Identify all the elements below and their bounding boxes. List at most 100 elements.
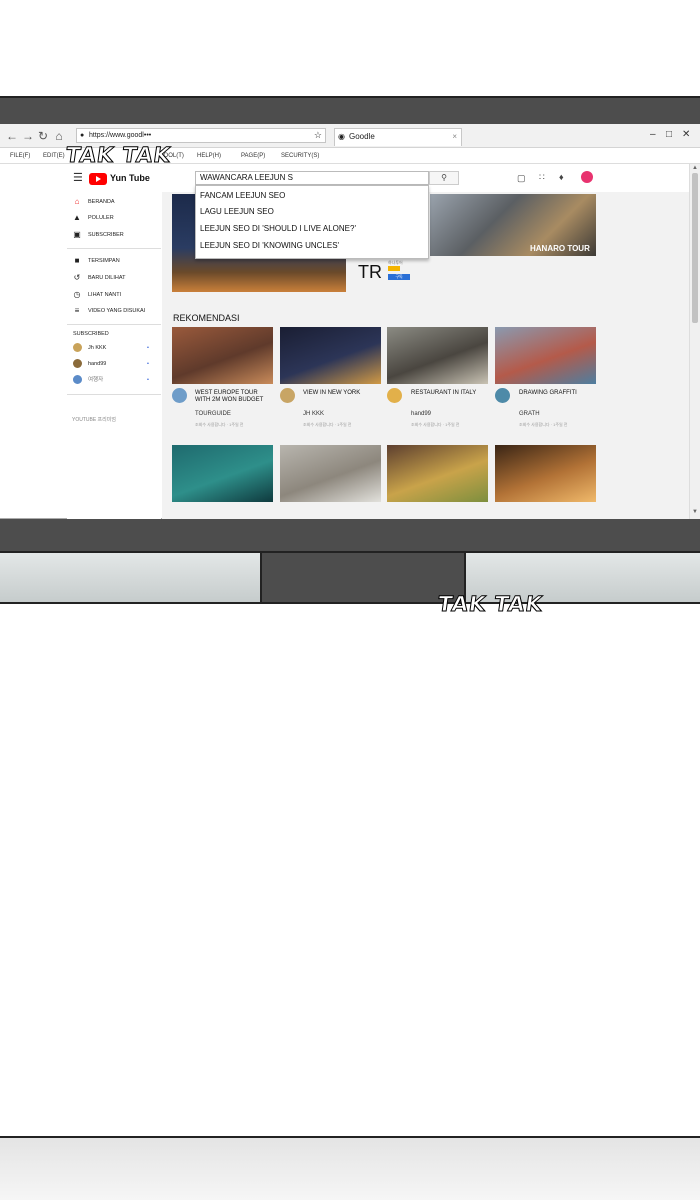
video-thumbnail[interactable] [172,327,273,384]
scroll-down-icon[interactable]: ▼ [692,509,698,515]
next-panel-edge [0,1136,700,1200]
search-button[interactable]: ⚲ [429,171,459,185]
avatar [73,375,82,384]
video-meta: 조회수 사용합니다 · 1주일 전 [303,422,352,427]
fire-icon: ▲ [73,213,81,222]
video-camera-icon[interactable]: ▢ [517,173,526,184]
channel-avatar[interactable] [280,388,295,403]
divider [67,394,161,395]
play-logo-icon[interactable] [89,173,107,185]
rating-badge [388,266,400,271]
subscribe-badge[interactable]: 구독 [388,274,410,280]
video-channel[interactable]: hand99 [411,411,431,417]
subscribed-channel[interactable]: 여행자 • [67,374,161,386]
channel-avatar[interactable] [172,388,187,403]
maximize-icon[interactable]: □ [666,129,672,140]
hamburger-menu-icon[interactable]: ☰ [73,172,83,184]
divider [67,248,161,249]
menu-page[interactable]: PAGE(P) [241,153,265,159]
close-icon[interactable]: ✕ [682,129,690,140]
video-thumbnail[interactable] [495,327,596,384]
reload-icon[interactable]: ↻ [35,128,51,144]
suggestion-item[interactable]: FANCAM LEEJUN SEO [200,191,285,200]
dark-frame-top [0,96,700,124]
sidebar-item-lihat-nanti[interactable]: ◷ LIHAT NANTI [67,289,161,301]
url-text: https://www.goodl••• [89,132,152,139]
channel-avatar[interactable] [495,388,510,403]
video-channel[interactable]: TOURGUIDE [195,411,231,417]
sidebar-item-beranda[interactable]: ⌂ BERANDA [67,196,161,208]
subscriptions-icon: ▣ [73,230,81,239]
avatar[interactable] [581,171,593,183]
browser-tab[interactable]: ◉ Goodle × [334,128,462,146]
video-meta: 조회수 사용합니다 · 1주일 전 [195,422,244,427]
video-channel[interactable]: JH KKK [303,411,324,417]
lock-icon: ● [80,132,85,139]
liked-icon: ≡ [74,306,80,315]
video-channel[interactable]: GRATH [519,411,540,417]
menu-edit[interactable]: EDIT(E) [43,153,65,159]
sidebar-item-video-disukai[interactable]: ≡ VIDEO YANG DISUKAI [67,305,161,317]
scrollbar[interactable]: ▲ ▼ [689,164,700,519]
video-thumbnail[interactable] [387,445,488,502]
suggestion-item[interactable]: LEEJUN SEO DI 'SHOULD I LIVE ALONE?' [200,224,356,233]
clock-icon: ◷ [73,290,81,299]
video-title[interactable]: VIEW IN NEW YORK [303,390,379,397]
subscribed-channel[interactable]: Jh KKK • [67,342,161,354]
minimize-icon[interactable]: – [650,129,656,140]
channel-avatar[interactable] [387,388,402,403]
banner-tr-text: TR [358,262,382,282]
subscribed-heading: SUBSCRIBED [73,331,109,337]
star-icon[interactable]: ☆ [314,129,322,142]
site-logo-text[interactable]: Yun Tube [110,173,150,183]
menu-file[interactable]: FILE(F) [10,153,30,159]
youtube-premium-link[interactable]: YOUTUBE 프리미엄 [72,416,116,423]
scrollbar-thumb[interactable] [692,173,698,323]
video-title[interactable]: RESTAURANT IN ITALY [411,390,487,397]
address-bar[interactable]: ● https://www.goodl••• ☆ [76,128,326,143]
new-dot-icon: • [147,361,149,367]
sidebar-item-subscriber[interactable]: ▣ SUBSCRIBER [67,229,161,241]
bell-icon[interactable]: ♦ [559,172,564,182]
webtoon-panel: ← → ↻ ⌂ ● https://www.goodl••• ☆ ◉ Goodl… [0,0,700,1200]
avatar [73,359,82,368]
apps-grid-icon[interactable]: ∷ [539,172,545,183]
video-thumbnail[interactable] [387,327,488,384]
video-thumbnail[interactable] [280,327,381,384]
scroll-up-icon[interactable]: ▲ [692,165,698,171]
search-input[interactable]: WAWANCARA LEEJUN S [195,171,429,185]
home-icon: ⌂ [74,197,80,206]
sound-effect-text: TAK TAK [436,592,545,617]
video-title[interactable]: WEST EUROPE TOUR WITH 2M WON BUDGET [195,390,271,404]
search-icon: ⚲ [441,173,447,182]
video-title[interactable]: DRAWING GRAFFITI [519,390,595,397]
sidebar-item-populer[interactable]: ▲ POLULER [67,212,161,224]
menu-help[interactable]: HELP(H) [197,153,221,159]
video-thumbnail[interactable] [495,445,596,502]
banner-label: HANARO TOUR [530,244,590,253]
video-meta: 조회수 사용합니다 · 1주일 전 [411,422,460,427]
video-thumbnail[interactable] [280,445,381,502]
home-icon[interactable]: ⌂ [51,128,67,144]
avatar [73,343,82,352]
video-thumbnail[interactable] [172,445,273,502]
browser-window: ← → ↻ ⌂ ● https://www.goodl••• ☆ ◉ Goodl… [0,124,700,519]
subscribed-channel[interactable]: hand99 • [67,358,161,370]
sidebar-item-tersimpan[interactable]: ■ TERSIMPAN [67,255,161,267]
new-dot-icon: • [147,377,149,383]
sidebar-item-baru-dilihat[interactable]: ↺ BARU DILIHAT [67,272,161,284]
sound-effect-text: TAK TAK [64,143,173,168]
tab-close-icon[interactable]: × [452,129,457,145]
dark-frame-bottom [0,519,700,553]
forward-arrow-icon[interactable]: → [20,128,36,144]
search-suggestions: FANCAM LEEJUN SEO LAGU LEEJUN SEO LEEJUN… [195,185,429,259]
folder-icon: ■ [74,256,80,265]
sidebar: ⌂ BERANDA ▲ POLULER ▣ SUBSCRIBER ■ TERSIMPAN… [67,192,161,519]
menu-security[interactable]: SECURITY(S) [281,153,319,159]
suggestion-item[interactable]: LEEJUN SEO DI 'KNOWING UNCLES' [200,241,339,250]
back-arrow-icon[interactable]: ← [4,128,20,144]
new-dot-icon: • [147,345,149,351]
section-title: REKOMENDASI [173,313,240,323]
suggestion-item[interactable]: LAGU LEEJUN SEO [200,207,274,216]
video-meta: 조회수 사용합니다 · 1주일 전 [519,422,568,427]
